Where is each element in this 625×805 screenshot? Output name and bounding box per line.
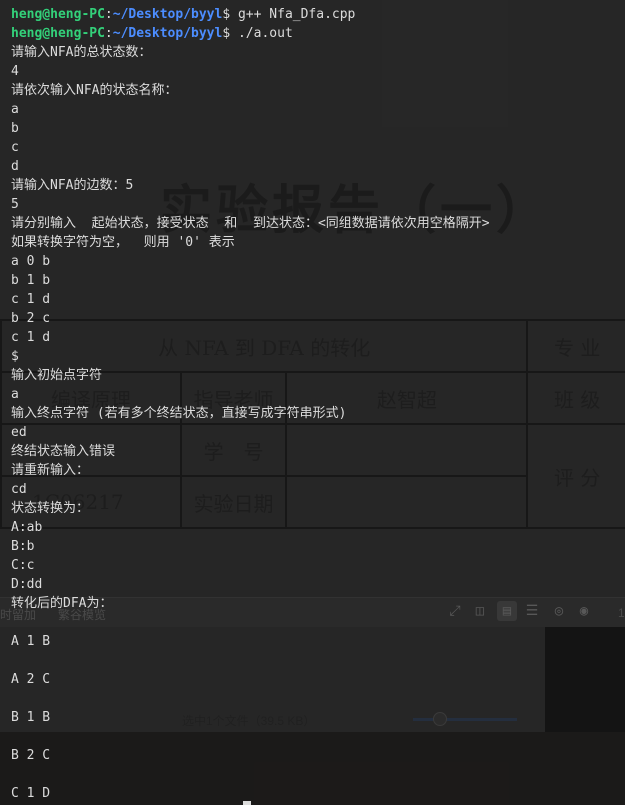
- command-text: ./a.out: [230, 26, 293, 41]
- terminal-output-line: 状态转换为：: [11, 501, 90, 516]
- terminal-output-line: a: [11, 102, 19, 117]
- terminal-output-line: B:b: [11, 539, 35, 554]
- terminal-output-line: 终结状态输入错误: [11, 444, 116, 459]
- terminal-output-line: b 2 c: [11, 311, 51, 326]
- prompt-separator: :: [104, 26, 113, 41]
- terminal-output-line: $: [11, 349, 19, 364]
- prompt-separator: :: [104, 7, 113, 22]
- terminal-output-line: 请依次输入NFA的状态名称：: [11, 83, 178, 98]
- terminal-window[interactable]: heng@heng-PC:~/Desktop/byyl$ g++ Nfa_Dfa…: [0, 0, 625, 805]
- terminal-output-line: 请输入NFA的总状态数：: [11, 45, 152, 60]
- prompt-symbol: $: [222, 7, 231, 22]
- command-text: g++ Nfa_Dfa.cpp: [230, 7, 356, 22]
- terminal-output-line: b 1 b: [11, 273, 51, 288]
- prompt-symbol: $: [222, 26, 231, 41]
- prompt-line-1: heng@heng-PC:~/Desktop/byyl$ g++ Nfa_Dfa…: [11, 5, 355, 24]
- terminal-output-line: 请输入NFA的边数：5: [11, 178, 134, 193]
- terminal-output-line: B 2 C: [11, 748, 51, 763]
- terminal-output-line: C:c: [11, 558, 35, 573]
- terminal-output-line: d: [11, 159, 19, 174]
- terminal-output-line: 5: [11, 197, 19, 212]
- terminal-output-line: 转化后的DFA为：: [11, 596, 113, 611]
- terminal-output-line: c 1 d: [11, 330, 51, 345]
- terminal-output-line: 输入初始点字符: [11, 368, 103, 383]
- terminal-output-line: c: [11, 140, 19, 155]
- prompt-path: ~/Desktop/byyl: [112, 7, 223, 22]
- terminal-output-line: b: [11, 121, 19, 136]
- terminal-output-line: ed: [11, 425, 27, 440]
- prompt-user: heng@heng-PC: [11, 7, 105, 22]
- terminal-cursor: [243, 801, 251, 805]
- terminal-output-line: a: [11, 387, 19, 402]
- terminal-output-line: a 0 b: [11, 254, 51, 269]
- terminal-output-line: A:ab: [11, 520, 43, 535]
- terminal-output-line: C 1 D: [11, 786, 51, 801]
- terminal-output-line: 请重新输入：: [11, 463, 90, 478]
- terminal-output-line: A 2 C: [11, 672, 51, 687]
- terminal-output-line: 4: [11, 64, 19, 79]
- prompt-path: ~/Desktop/byyl: [112, 26, 223, 41]
- terminal-output-line: 如果转换字符为空， 则用 '0' 表示: [11, 235, 235, 250]
- terminal-output-line: 输入终点字符 (若有多个终结状态，直接写成字符串形式): [11, 406, 347, 421]
- terminal-output-line: A 1 B: [11, 634, 51, 649]
- terminal-output-line: D:dd: [11, 577, 43, 592]
- terminal-output-line: B 1 B: [11, 710, 51, 725]
- terminal-output-line: cd: [11, 482, 27, 497]
- prompt-line-2: heng@heng-PC:~/Desktop/byyl$ ./a.out: [11, 24, 293, 43]
- terminal-output-line: 请分别输入 起始状态，接受状态 和 到达状态：<同组数据请依次用空格隔开>: [11, 216, 490, 231]
- terminal-output-line: c 1 d: [11, 292, 51, 307]
- prompt-user: heng@heng-PC: [11, 26, 105, 41]
